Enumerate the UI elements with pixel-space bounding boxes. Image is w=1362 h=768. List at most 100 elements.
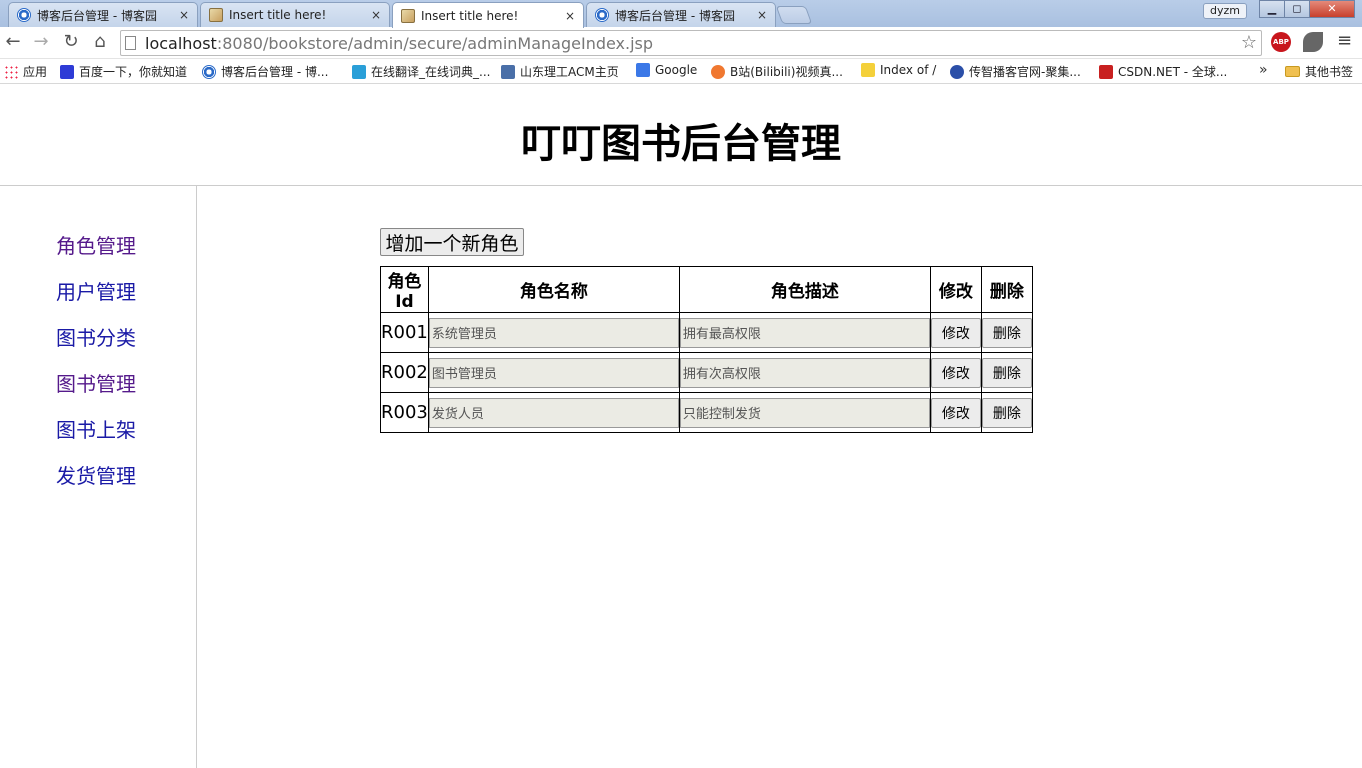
tab-title: 博客后台管理 - 博客园 (615, 8, 735, 23)
bookmark-item[interactable]: 博客后台管理 - 博... (202, 63, 328, 80)
bookmark-item[interactable]: Google (636, 63, 697, 77)
delete-button[interactable]: 删除 (981, 357, 1032, 388)
close-icon[interactable]: × (755, 8, 769, 22)
url-text: localhost:8080/bookstore/admin/secure/ad… (145, 34, 654, 53)
edit-button[interactable]: 修改 (930, 317, 981, 348)
add-role-button[interactable]: 增加一个新角色 (380, 228, 524, 256)
bookmark-item[interactable]: 应用 (4, 63, 47, 80)
maximize-button[interactable]: ◻ (1284, 0, 1310, 18)
dict-icon (352, 64, 366, 79)
acm-icon (501, 64, 515, 79)
bookmark-item[interactable]: 在线翻译_在线词典_... (352, 63, 490, 80)
tab-strip: 博客后台管理 - 博客园 × Insert title here! × Inse… (0, 0, 1362, 28)
bookmark-item[interactable]: 传智播客官网-聚集... (950, 63, 1081, 80)
role-name-input[interactable] (428, 397, 679, 428)
role-id: R001 (380, 312, 429, 353)
roles-table: 角色Id 角色名称 角色描述 修改 删除 R001 修改 删除 R002 (380, 266, 1033, 433)
address-bar[interactable]: localhost:8080/bookstore/admin/secure/ad… (120, 30, 1262, 56)
apps-icon (4, 64, 18, 79)
image-icon (401, 8, 415, 23)
browser-tab[interactable]: Insert title here! × (200, 2, 390, 27)
bookmarks-more-icon[interactable]: » (1259, 62, 1268, 78)
reload-icon[interactable]: ↻ (60, 31, 82, 53)
browser-toolbar: ← → ↻ ⌂ localhost:8080/bookstore/admin/s… (0, 27, 1362, 59)
edit-cell: 修改 (929, 392, 982, 433)
cnblogs-icon (17, 8, 31, 22)
other-bookmarks[interactable]: 其他书签 (1285, 63, 1353, 80)
close-icon[interactable]: × (563, 9, 577, 23)
folder-icon (1285, 66, 1300, 77)
sidebar-item-book-shelving[interactable]: 图书上架 (56, 414, 136, 443)
table-row: R002 修改 删除 (380, 352, 1033, 393)
page-header: 叮叮图书后台管理 (0, 85, 1362, 186)
table-header-row: 角色Id 角色名称 角色描述 修改 删除 (380, 266, 1033, 313)
tab-title: Insert title here! (229, 8, 327, 22)
cnblogs-icon (202, 64, 216, 79)
delete-cell: 删除 (980, 352, 1033, 393)
bookmark-item[interactable]: 山东理工ACM主页 (501, 63, 619, 80)
role-desc-cell (678, 392, 931, 433)
sidebar-item-role-management[interactable]: 角色管理 (56, 230, 136, 259)
bookmark-item[interactable]: 百度一下，你就知道 (60, 63, 187, 80)
sidebar-item-book-category[interactable]: 图书分类 (56, 322, 136, 351)
back-icon[interactable]: ← (2, 31, 24, 53)
sidebar-item-user-management[interactable]: 用户管理 (56, 276, 136, 305)
index-icon (861, 63, 875, 77)
bookmark-item[interactable]: Index of / (861, 63, 936, 77)
menu-icon[interactable]: ≡ (1337, 30, 1352, 51)
minimize-button[interactable]: ▁ (1259, 0, 1285, 18)
edit-cell: 修改 (929, 352, 982, 393)
bookmark-item[interactable]: B站(Bilibili)视频真... (711, 63, 843, 80)
home-icon[interactable]: ⌂ (89, 31, 111, 53)
edit-button[interactable]: 修改 (930, 397, 981, 428)
role-desc-input[interactable] (679, 317, 930, 348)
bookmarks-bar: 应用 百度一下，你就知道 博客后台管理 - 博... 在线翻译_在线词典_...… (0, 59, 1362, 84)
close-icon[interactable]: × (177, 8, 191, 22)
bookmark-item[interactable]: CSDN.NET - 全球... (1099, 63, 1227, 80)
page-icon (125, 36, 136, 50)
column-header: 角色Id (380, 266, 429, 313)
browser-tab[interactable]: 博客后台管理 - 博客园 × (586, 2, 776, 27)
forward-icon[interactable]: → (30, 31, 52, 53)
window-close-button[interactable]: ✕ (1309, 0, 1355, 18)
delete-cell: 删除 (980, 312, 1033, 353)
edit-button[interactable]: 修改 (930, 357, 981, 388)
sidebar-item-book-management[interactable]: 图书管理 (56, 368, 136, 397)
role-desc-input[interactable] (679, 397, 930, 428)
adblock-icon[interactable]: ABP (1271, 32, 1291, 52)
user-badge[interactable]: dyzm (1203, 3, 1247, 19)
delete-button[interactable]: 删除 (981, 317, 1032, 348)
tab-title: Insert title here! (421, 8, 519, 23)
delete-cell: 删除 (980, 392, 1033, 433)
role-desc-cell (678, 352, 931, 393)
column-header: 角色名称 (427, 266, 680, 313)
browser-tab-active[interactable]: Insert title here! × (392, 2, 584, 28)
table-row: R003 修改 删除 (380, 392, 1033, 433)
role-id: R003 (380, 392, 429, 433)
role-name-cell (427, 312, 680, 353)
role-name-cell (427, 352, 680, 393)
itcast-icon (950, 64, 964, 79)
bilibili-icon (711, 64, 725, 79)
star-icon[interactable]: ☆ (1241, 32, 1257, 53)
page-content: 叮叮图书后台管理 角色管理 用户管理 图书分类 图书管理 图书上架 发货管理 增… (0, 85, 1362, 768)
column-header: 修改 (929, 266, 982, 313)
tab-title: 博客后台管理 - 博客园 (37, 8, 157, 23)
browser-tab[interactable]: 博客后台管理 - 博客园 × (8, 2, 198, 27)
role-name-input[interactable] (428, 317, 679, 348)
table-row: R001 修改 删除 (380, 312, 1033, 353)
role-id: R002 (380, 352, 429, 393)
role-name-input[interactable] (428, 357, 679, 388)
role-desc-input[interactable] (679, 357, 930, 388)
google-icon (636, 63, 650, 77)
extension-icon[interactable] (1303, 32, 1323, 52)
role-name-cell (427, 392, 680, 433)
new-tab-button[interactable] (775, 6, 813, 24)
column-header: 删除 (980, 266, 1033, 313)
cnblogs-icon (595, 8, 609, 22)
delete-button[interactable]: 删除 (981, 397, 1032, 428)
image-icon (209, 8, 223, 22)
sidebar-item-shipping-management[interactable]: 发货管理 (56, 460, 136, 489)
close-icon[interactable]: × (369, 8, 383, 22)
edit-cell: 修改 (929, 312, 982, 353)
